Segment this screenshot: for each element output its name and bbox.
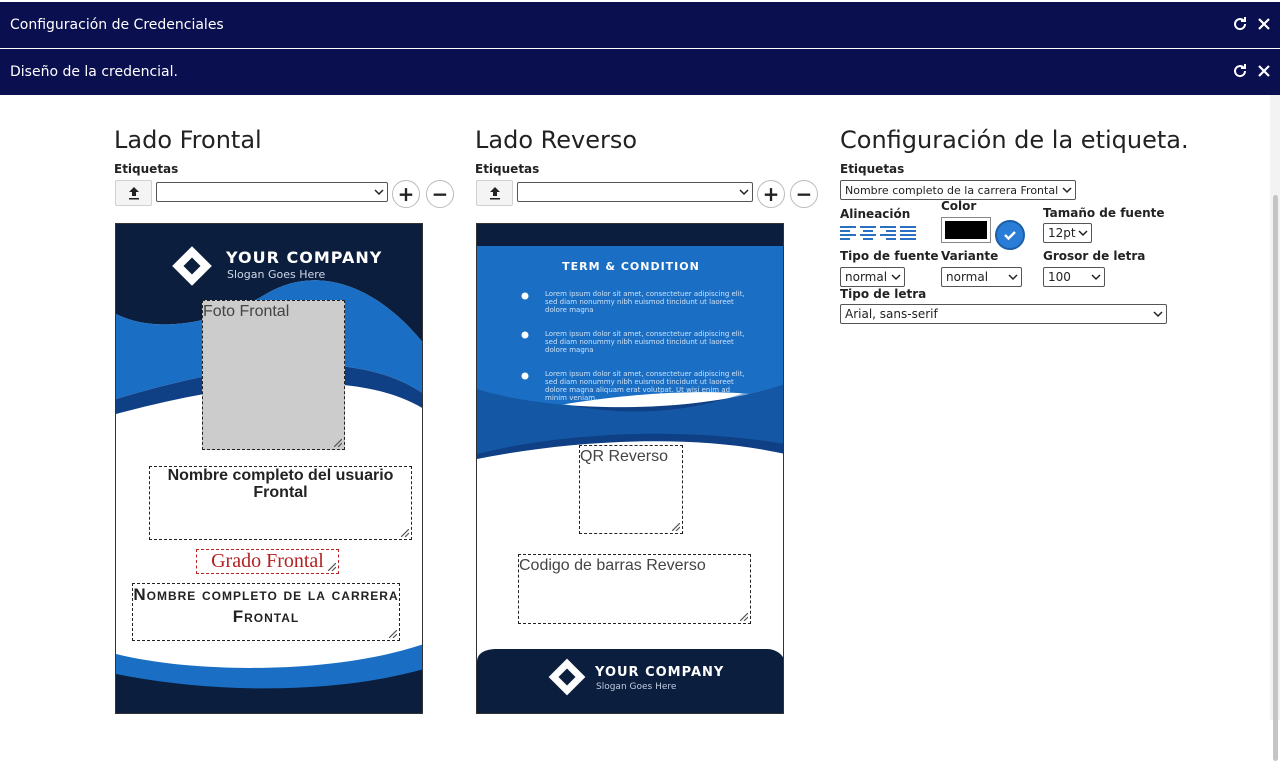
back-heading: Lado Reverso <box>475 126 638 154</box>
resize-handle-icon[interactable] <box>740 613 748 621</box>
back-tags-select[interactable] <box>517 182 753 202</box>
chevron-down-icon <box>1091 274 1101 281</box>
font-size-value: 12pt <box>1048 226 1076 240</box>
family-label: Tipo de letra <box>840 287 927 301</box>
front-slogan: Slogan Goes Here <box>227 268 326 281</box>
front-tags-label: Etiquetas <box>114 162 179 176</box>
variant-label: Variante <box>941 249 999 263</box>
apply-color-button[interactable] <box>995 220 1025 250</box>
front-remove-button[interactable]: − <box>426 180 454 208</box>
chevron-down-icon <box>1062 187 1072 194</box>
align-center-icon[interactable] <box>860 225 876 241</box>
variant-select[interactable]: normal <box>941 267 1022 287</box>
front-photo-field[interactable]: Foto Frontal <box>202 300 345 450</box>
front-upload-button[interactable] <box>115 180 152 206</box>
refresh-icon[interactable] <box>1232 63 1248 79</box>
plus-icon: + <box>762 182 780 206</box>
minus-icon: − <box>795 182 813 206</box>
front-career-label: Nombre completo de la carrera Frontal <box>133 585 399 626</box>
close-icon[interactable] <box>1256 63 1272 79</box>
config-tags-label: Etiquetas <box>840 162 905 176</box>
resize-handle-icon[interactable] <box>328 563 336 571</box>
variant-value: normal <box>946 270 989 284</box>
front-username-field[interactable]: Nombre completo del usuario Frontal <box>149 466 412 540</box>
font-type-select[interactable]: normal <box>840 267 905 287</box>
back-add-button[interactable]: + <box>757 180 785 208</box>
font-type-label: Tipo de fuente <box>840 249 939 263</box>
terms-text-3: Lorem ipsum dolor sit amet, consectetuer… <box>545 370 745 402</box>
panel-title: Diseño de la credencial. <box>10 64 178 80</box>
chevron-down-icon <box>1008 274 1018 281</box>
weight-select[interactable]: 100 <box>1043 267 1105 287</box>
terms-text-1: Lorem ipsum dolor sit amet, consectetuer… <box>545 290 745 314</box>
upload-icon <box>489 187 500 200</box>
resize-handle-icon[interactable] <box>389 630 397 638</box>
config-tags-value: Nombre completo de la carrera Frontal <box>845 183 1059 197</box>
color-label: Color <box>941 199 977 213</box>
front-add-button[interactable]: + <box>392 180 420 208</box>
color-picker[interactable] <box>941 217 991 243</box>
front-photo-label: Foto Frontal <box>203 303 290 320</box>
align-label: Alineación <box>840 207 911 221</box>
back-qr-label: QR Reverso <box>580 448 669 465</box>
front-grade-field[interactable]: Grado Frontal <box>196 549 339 574</box>
close-icon[interactable] <box>1256 16 1272 32</box>
config-tags-select[interactable]: Nombre completo de la carrera Frontal <box>840 180 1076 200</box>
back-barcode-field[interactable]: Codigo de barras Reverso <box>518 554 751 624</box>
front-tags-select[interactable] <box>156 182 388 202</box>
align-right-icon[interactable] <box>880 225 896 241</box>
weight-label: Grosor de letra <box>1043 249 1146 263</box>
refresh-icon[interactable] <box>1232 16 1248 32</box>
terms-text-2: Lorem ipsum dolor sit amet, consectetuer… <box>545 330 745 354</box>
font-family-select[interactable]: Arial, sans-serif <box>840 304 1167 324</box>
upload-icon <box>128 187 139 200</box>
font-size-select[interactable]: 12pt <box>1043 223 1092 243</box>
window-titlebar: Configuración de Credenciales <box>0 2 1280 48</box>
back-remove-button[interactable]: − <box>790 180 818 208</box>
front-heading: Lado Frontal <box>114 126 262 154</box>
check-icon <box>1004 231 1016 241</box>
resize-handle-icon[interactable] <box>334 439 342 447</box>
chevron-down-icon <box>891 274 901 281</box>
back-company-name: YOUR COMPANY <box>595 665 725 680</box>
back-card: TERM & CONDITION Lorem ipsum dolor sit a… <box>476 223 784 714</box>
scrollbar[interactable] <box>1270 95 1280 761</box>
back-upload-button[interactable] <box>476 180 513 206</box>
weight-value: 100 <box>1048 270 1071 284</box>
front-career-field[interactable]: Nombre completo de la carrera Frontal <box>132 583 400 641</box>
chevron-down-icon <box>374 189 384 196</box>
scrollbar-thumb[interactable] <box>1273 195 1278 761</box>
plus-icon: + <box>397 182 415 206</box>
chevron-down-icon <box>739 189 749 196</box>
resize-handle-icon[interactable] <box>401 529 409 537</box>
align-left-icon[interactable] <box>840 225 856 241</box>
front-company-name: YOUR COMPANY <box>226 248 383 267</box>
chevron-down-icon <box>1153 311 1163 318</box>
font-size-label: Tamaño de fuente <box>1043 206 1165 220</box>
front-username-label: Nombre completo del usuario Frontal <box>167 467 394 501</box>
config-heading: Configuración de la etiqueta. <box>840 126 1189 154</box>
front-grade-label: Grado Frontal <box>211 550 324 572</box>
front-card: YOUR COMPANY Slogan Goes Here Foto Front… <box>115 223 423 714</box>
minus-icon: − <box>431 182 449 206</box>
back-barcode-label: Codigo de barras Reverso <box>519 557 706 574</box>
resize-handle-icon[interactable] <box>672 523 680 531</box>
window-title: Configuración de Credenciales <box>10 17 224 33</box>
font-family-value: Arial, sans-serif <box>845 307 938 321</box>
font-type-value: normal <box>845 270 888 284</box>
chevron-down-icon <box>1078 230 1088 237</box>
align-justify-icon[interactable] <box>900 225 916 241</box>
back-qr-field[interactable]: QR Reverso <box>579 445 683 534</box>
color-swatch-fill <box>945 221 987 239</box>
back-slogan: Slogan Goes Here <box>596 682 677 692</box>
terms-title: TERM & CONDITION <box>562 260 700 273</box>
back-tags-label: Etiquetas <box>475 162 540 176</box>
panel-titlebar: Diseño de la credencial. <box>0 49 1280 95</box>
